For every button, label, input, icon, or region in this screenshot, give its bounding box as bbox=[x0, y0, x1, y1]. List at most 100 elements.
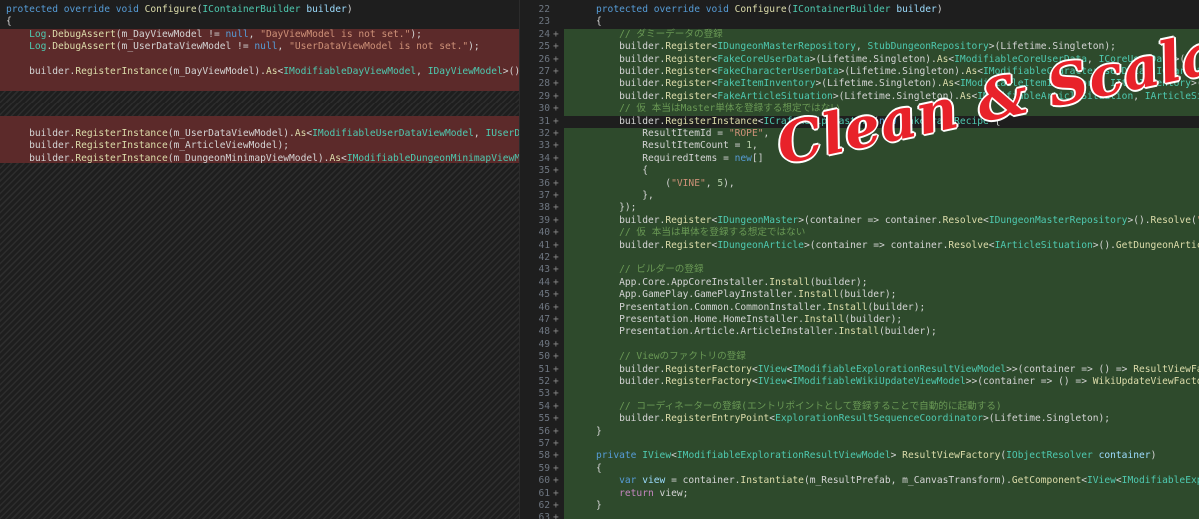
diff-marker: + bbox=[553, 276, 559, 288]
deleted-line: Log.DebugAssert(m_UserDataViewModel != n… bbox=[0, 41, 519, 54]
code-token: builder. bbox=[596, 115, 666, 127]
line-number: 59 bbox=[538, 462, 550, 474]
line-number: 32 bbox=[538, 128, 550, 139]
diff-marker: + bbox=[553, 314, 559, 325]
line-number: 46 bbox=[538, 301, 550, 313]
line-number: 26 bbox=[538, 53, 550, 65]
code-text: Log.DebugAssert(m_DayViewModel != null, … bbox=[6, 29, 422, 41]
code-token: As bbox=[265, 66, 278, 77]
code-token: >>(container => () => bbox=[965, 376, 1093, 387]
code-text: return view; bbox=[596, 488, 688, 500]
diff-marker: + bbox=[553, 450, 559, 462]
added-line: 49 + bbox=[520, 338, 1199, 352]
code-token: ) bbox=[936, 4, 943, 15]
code-token: Register bbox=[665, 41, 712, 53]
code-token: ResultItemCount = bbox=[596, 140, 747, 152]
added-line: 44 + App.Core.AppCoreInstaller.Install(bu… bbox=[520, 276, 1199, 290]
added-line: 60 + var view = container.Instantiate(m_R… bbox=[520, 475, 1199, 488]
code-text: Log.DebugAssert(m_UserDataViewModel != n… bbox=[6, 41, 480, 53]
line-number: 49 bbox=[538, 338, 550, 350]
context-line: 22 protected override void Configure(ICon… bbox=[520, 4, 1199, 16]
context-line: 23 { bbox=[520, 16, 1199, 28]
code-token: Register bbox=[665, 78, 712, 90]
code-token: container bbox=[1092, 450, 1151, 462]
added-line: 43 + // ビルダーの登録 bbox=[520, 264, 1199, 277]
code-token: Install bbox=[769, 276, 810, 288]
code-token: IDungeonMaster bbox=[717, 214, 799, 226]
code-token: ExplorationResultSequenceCoordinator bbox=[775, 413, 983, 425]
added-line: 56 +} bbox=[520, 425, 1199, 438]
line-number: 30 bbox=[538, 103, 550, 115]
code-token: , bbox=[763, 128, 770, 139]
diff-marker: + bbox=[553, 115, 559, 127]
code-token: > bbox=[890, 450, 903, 462]
code-text: builder.RegisterEntryPoint<ExplorationRe… bbox=[596, 413, 1110, 425]
code-token: ) bbox=[1150, 450, 1157, 462]
code-token: = container. bbox=[665, 475, 741, 487]
code-token: // ダミーデータの登録 bbox=[596, 28, 723, 40]
deleted-line bbox=[0, 53, 519, 66]
code-token: { bbox=[596, 16, 602, 28]
diff-marker: + bbox=[553, 351, 559, 363]
code-text: builder.RegisterFactory<IView<IModifiabl… bbox=[596, 364, 1199, 376]
line-number: 39 bbox=[538, 214, 550, 226]
context-line: { bbox=[0, 16, 519, 28]
diff-marker: + bbox=[553, 90, 559, 102]
code-token: IModifiableDayViewModel bbox=[283, 66, 417, 77]
code-token: As bbox=[329, 152, 342, 164]
line-number: 51 bbox=[538, 363, 550, 375]
added-line: 37 + }, bbox=[520, 190, 1199, 203]
diff-marker: + bbox=[553, 400, 559, 412]
code-token: IModifiableDungeonMinimapViewModel bbox=[346, 152, 519, 164]
line-number: 53 bbox=[538, 388, 550, 400]
code-token: As bbox=[936, 53, 949, 65]
code-token: , bbox=[473, 128, 486, 139]
code-text: }); bbox=[596, 202, 636, 214]
code-token: builder. bbox=[596, 66, 666, 77]
diff-marker: + bbox=[553, 512, 559, 519]
diff-filler-hatch bbox=[0, 103, 519, 116]
line-number: 29 bbox=[538, 90, 550, 102]
code-token: , bbox=[248, 28, 261, 40]
code-token: "UserDataViewModel is not set." bbox=[289, 41, 469, 53]
code-token: GetComponent bbox=[1011, 475, 1082, 487]
code-token: }); bbox=[596, 202, 637, 214]
added-line: 51 + builder.RegisterFactory<IView<IModif… bbox=[520, 363, 1199, 376]
code-token: (builder); bbox=[838, 289, 897, 301]
diff-marker: + bbox=[553, 53, 559, 65]
code-text: { bbox=[6, 16, 12, 28]
added-line: 57 + bbox=[520, 438, 1199, 451]
code-token: builder. bbox=[596, 363, 666, 375]
code-token: IContainerBuilder bbox=[792, 4, 891, 15]
line-number: 22 bbox=[538, 4, 550, 15]
code-token: "ROPE" bbox=[728, 128, 764, 139]
added-line: 48 + Presentation.Article.ArticleInstalle… bbox=[520, 326, 1199, 339]
line-number: 50 bbox=[538, 351, 550, 363]
diff-marker: + bbox=[553, 66, 559, 77]
diff-marker: + bbox=[553, 500, 559, 511]
code-token: RequiredItems = bbox=[596, 152, 735, 164]
code-text: }, bbox=[596, 190, 654, 202]
code-token: "VINE" bbox=[671, 177, 706, 189]
diff-marker: + bbox=[553, 425, 559, 437]
deleted-line: builder.RegisterInstance(m_DayViewModel)… bbox=[0, 66, 519, 79]
code-token: As bbox=[294, 128, 307, 139]
diff-filler-hatch bbox=[0, 90, 519, 104]
diff-marker: + bbox=[553, 326, 559, 338]
code-token: // ビルダーの登録 bbox=[596, 264, 704, 276]
deleted-line: builder.RegisterInstance(m_ArticleViewMo… bbox=[0, 140, 519, 153]
diff-marker: + bbox=[553, 289, 559, 301]
code-token: builder. bbox=[596, 41, 666, 53]
code-text: // Viewのファクトリの登録 bbox=[596, 351, 746, 363]
code-token: App.Core.AppCoreInstaller. bbox=[596, 276, 770, 288]
code-token: IDayViewModel bbox=[427, 66, 503, 77]
code-token: RegisterInstance bbox=[75, 66, 168, 77]
code-token: return bbox=[596, 487, 654, 499]
code-token: >(). bbox=[1127, 214, 1151, 226]
code-token: } bbox=[596, 425, 602, 437]
diff-marker: + bbox=[553, 128, 559, 139]
code-token: { bbox=[596, 462, 602, 474]
diff-left-pane[interactable]: protected override void Configure(IConta… bbox=[0, 0, 519, 519]
code-token: Register bbox=[665, 66, 712, 77]
code-text: App.Core.AppCoreInstaller.Install(builde… bbox=[596, 277, 867, 289]
